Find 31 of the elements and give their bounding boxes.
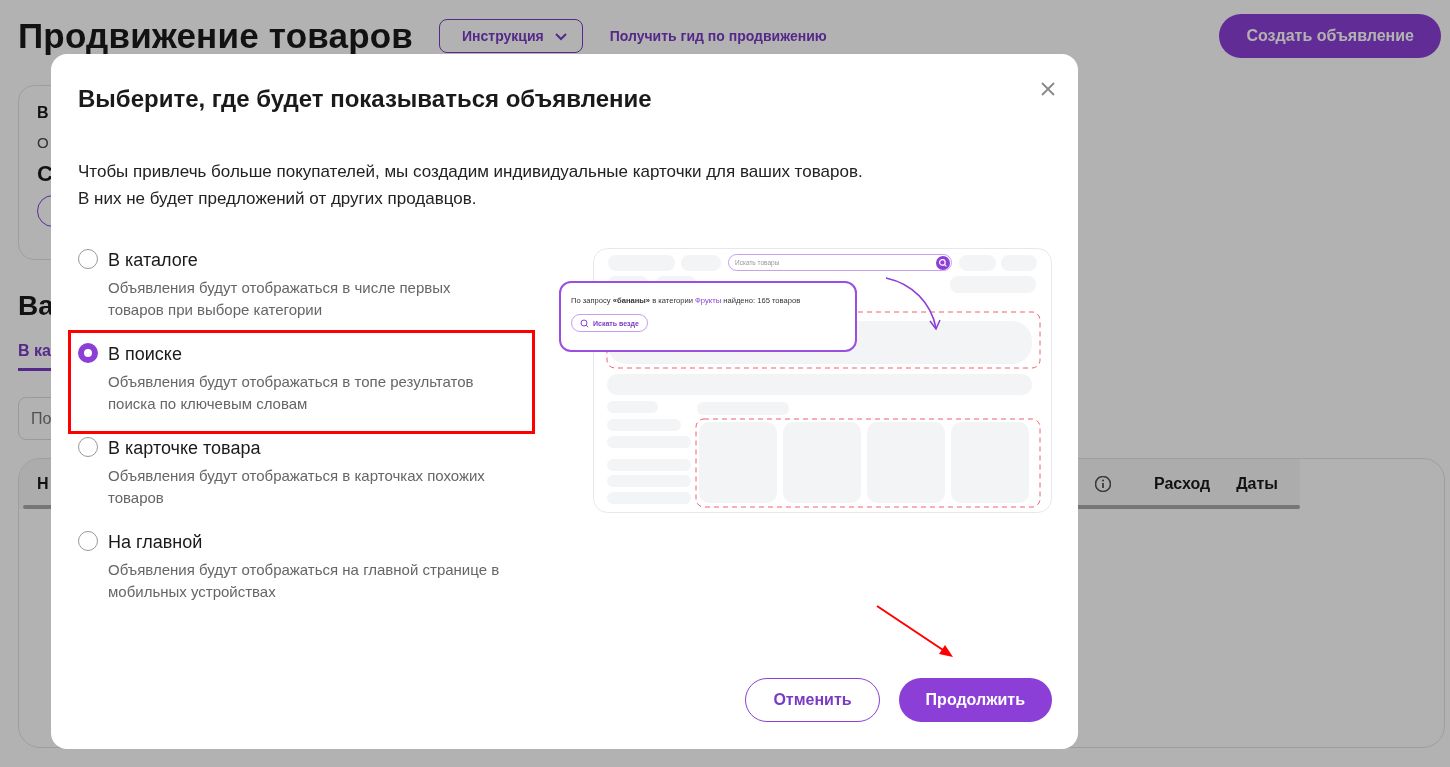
option-label[interactable]: В карточке товара bbox=[108, 436, 261, 460]
guide-link[interactable]: Получить гид по продвижению bbox=[609, 28, 827, 44]
page-title: Продвижение товаров bbox=[18, 16, 414, 56]
description-text: В них не будет предложений от других продавцов. bbox=[78, 188, 478, 210]
close-icon bbox=[1041, 82, 1055, 96]
option-label[interactable]: В каталоге bbox=[108, 248, 198, 272]
instruction-button[interactable]: Инструкция bbox=[439, 19, 583, 53]
option-description: Объявления будут отображаться в карточках похожих товаров bbox=[108, 466, 486, 508]
dialog-title: Выберите, где будет показываться объявление bbox=[78, 84, 652, 114]
info-icon bbox=[1094, 476, 1111, 492]
column-header: Даты bbox=[1236, 475, 1278, 493]
card-text: О bbox=[37, 134, 49, 151]
caret-icon bbox=[553, 30, 568, 42]
description-text: Чтобы привлечь больше покупателей, мы создадим индивидуальные карточки для ваших товаров. bbox=[78, 161, 864, 183]
column-header: Расход bbox=[1153, 475, 1211, 493]
search-icon bbox=[580, 318, 589, 328]
option-description: Объявления будут отображаться на главной странице в мобильных устройствах bbox=[108, 560, 501, 602]
option-description: Объявления будут отображаться в топе результатов поиска по ключевым словам bbox=[108, 372, 475, 414]
section-heading: Ва bbox=[18, 290, 54, 322]
card-title: В bbox=[37, 104, 49, 122]
option-label[interactable]: На главной bbox=[108, 530, 203, 554]
close-button[interactable] bbox=[1039, 80, 1057, 98]
summary-value: С bbox=[37, 161, 53, 187]
option-description: Объявления будут отображаться в числе первых товаров при выборе категории bbox=[108, 278, 452, 320]
option-label[interactable]: В поиске bbox=[108, 342, 182, 366]
continue-button[interactable]: Продолжить bbox=[898, 678, 1052, 722]
column-header: Н bbox=[37, 475, 49, 493]
create-ad-button[interactable]: Создать объявление bbox=[1219, 14, 1441, 58]
search-icon bbox=[936, 255, 950, 270]
radio-button[interactable] bbox=[78, 343, 98, 363]
cancel-button[interactable]: Отменить bbox=[745, 678, 880, 722]
